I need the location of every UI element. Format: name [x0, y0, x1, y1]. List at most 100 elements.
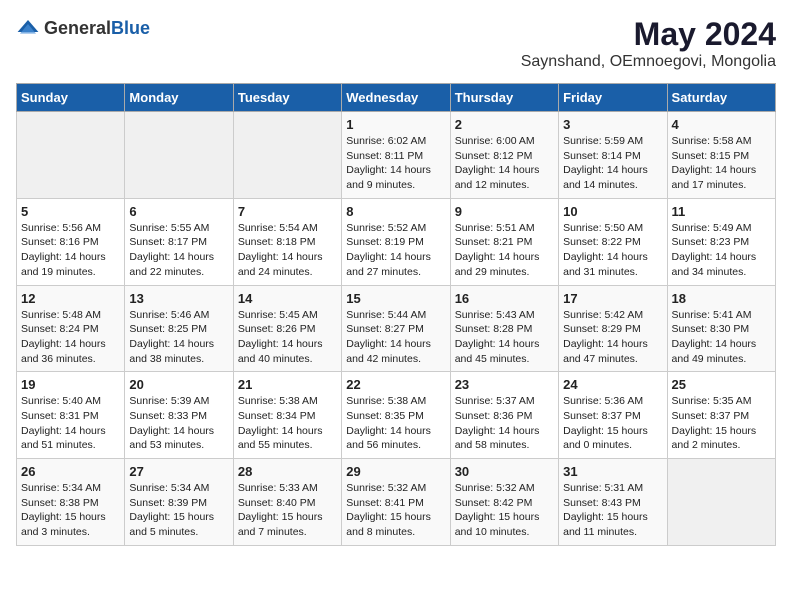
day-number: 23 [455, 377, 554, 392]
day-cell: 18 Sunrise: 5:41 AMSunset: 8:30 PMDayligh… [667, 285, 775, 372]
day-info: Sunrise: 5:32 AMSunset: 8:42 PMDaylight:… [455, 481, 554, 540]
header-thursday: Thursday [450, 84, 558, 112]
day-cell: 21Sunrise: 5:38 AMSunset: 8:34 PMDayligh… [233, 372, 341, 459]
day-info: Sunrise: 5:50 AMSunset: 8:22 PMDaylight:… [563, 221, 662, 280]
day-cell: 3 Sunrise: 5:59 AMSunset: 8:14 PMDaylight… [559, 112, 667, 199]
day-cell: 31Sunrise: 5:31 AMSunset: 8:43 PMDayligh… [559, 459, 667, 546]
day-cell: 14 Sunrise: 5:45 AMSunset: 8:26 PMDayligh… [233, 285, 341, 372]
header-monday: Monday [125, 84, 233, 112]
day-number: 24 [563, 377, 662, 392]
day-info: Sunrise: 5:59 AMSunset: 8:14 PMDaylight:… [563, 134, 662, 193]
day-info: Sunrise: 5:44 AMSunset: 8:27 PMDaylight:… [346, 308, 445, 367]
day-number: 8 [346, 204, 445, 219]
day-number: 14 [238, 291, 337, 306]
day-cell: 28 Sunrise: 5:33 AMSunset: 8:40 PMDayligh… [233, 459, 341, 546]
day-cell: 5 Sunrise: 5:56 AMSunset: 8:16 PMDaylight… [17, 198, 125, 285]
day-info: Sunrise: 5:42 AMSunset: 8:29 PMDaylight:… [563, 308, 662, 367]
day-number: 17 [563, 291, 662, 306]
day-cell: 19 Sunrise: 5:40 AMSunset: 8:31 PMDayligh… [17, 372, 125, 459]
day-cell [17, 112, 125, 199]
day-info: Sunrise: 5:38 AMSunset: 8:35 PMDaylight:… [346, 394, 445, 453]
day-info: Sunrise: 5:32 AMSunset: 8:41 PMDaylight:… [346, 481, 445, 540]
day-cell: 23Sunrise: 5:37 AMSunset: 8:36 PMDayligh… [450, 372, 558, 459]
day-cell: 8Sunrise: 5:52 AMSunset: 8:19 PMDaylight… [342, 198, 450, 285]
day-info: Sunrise: 6:02 AMSunset: 8:11 PMDaylight:… [346, 134, 445, 193]
week-row-3: 12Sunrise: 5:48 AMSunset: 8:24 PMDayligh… [17, 285, 776, 372]
day-cell: 9 Sunrise: 5:51 AMSunset: 8:21 PMDaylight… [450, 198, 558, 285]
day-info: Sunrise: 5:33 AMSunset: 8:40 PMDaylight:… [238, 481, 337, 540]
day-info: Sunrise: 5:51 AMSunset: 8:21 PMDaylight:… [455, 221, 554, 280]
day-number: 30 [455, 464, 554, 479]
day-number: 10 [563, 204, 662, 219]
day-info: Sunrise: 5:36 AMSunset: 8:37 PMDaylight:… [563, 394, 662, 453]
day-number: 3 [563, 117, 662, 132]
day-number: 1 [346, 117, 445, 132]
day-info: Sunrise: 5:46 AMSunset: 8:25 PMDaylight:… [129, 308, 228, 367]
day-cell: 25 Sunrise: 5:35 AMSunset: 8:37 PMDayligh… [667, 372, 775, 459]
day-number: 27 [129, 464, 228, 479]
day-info: Sunrise: 5:43 AMSunset: 8:28 PMDaylight:… [455, 308, 554, 367]
page-header: GeneralBlue May 2024 Saynshand, OEmnoego… [16, 16, 776, 71]
day-info: Sunrise: 6:00 AMSunset: 8:12 PMDaylight:… [455, 134, 554, 193]
week-row-5: 26Sunrise: 5:34 AMSunset: 8:38 PMDayligh… [17, 459, 776, 546]
day-number: 29 [346, 464, 445, 479]
day-info: Sunrise: 5:48 AMSunset: 8:24 PMDaylight:… [21, 308, 120, 367]
day-info: Sunrise: 5:45 AMSunset: 8:26 PMDaylight:… [238, 308, 337, 367]
day-cell: 29 Sunrise: 5:32 AMSunset: 8:41 PMDayligh… [342, 459, 450, 546]
day-cell: 17 Sunrise: 5:42 AMSunset: 8:29 PMDayligh… [559, 285, 667, 372]
day-info: Sunrise: 5:58 AMSunset: 8:15 PMDaylight:… [672, 134, 771, 193]
day-number: 20 [129, 377, 228, 392]
day-cell [125, 112, 233, 199]
logo-blue: Blue [111, 18, 150, 38]
day-cell: 26Sunrise: 5:34 AMSunset: 8:38 PMDayligh… [17, 459, 125, 546]
week-row-1: 1 Sunrise: 6:02 AMSunset: 8:11 PMDaylight… [17, 112, 776, 199]
day-info: Sunrise: 5:35 AMSunset: 8:37 PMDaylight:… [672, 394, 771, 453]
week-row-2: 5 Sunrise: 5:56 AMSunset: 8:16 PMDaylight… [17, 198, 776, 285]
week-row-4: 19 Sunrise: 5:40 AMSunset: 8:31 PMDayligh… [17, 372, 776, 459]
day-number: 25 [672, 377, 771, 392]
day-cell: 6Sunrise: 5:55 AMSunset: 8:17 PMDaylight… [125, 198, 233, 285]
day-cell: 7Sunrise: 5:54 AMSunset: 8:18 PMDaylight… [233, 198, 341, 285]
day-info: Sunrise: 5:38 AMSunset: 8:34 PMDaylight:… [238, 394, 337, 453]
day-cell [667, 459, 775, 546]
day-cell: 1 Sunrise: 6:02 AMSunset: 8:11 PMDaylight… [342, 112, 450, 199]
day-cell: 2Sunrise: 6:00 AMSunset: 8:12 PMDaylight… [450, 112, 558, 199]
logo-icon [16, 16, 40, 40]
day-info: Sunrise: 5:56 AMSunset: 8:16 PMDaylight:… [21, 221, 120, 280]
day-info: Sunrise: 5:49 AMSunset: 8:23 PMDaylight:… [672, 221, 771, 280]
day-cell [233, 112, 341, 199]
day-cell: 4 Sunrise: 5:58 AMSunset: 8:15 PMDaylight… [667, 112, 775, 199]
header-sunday: Sunday [17, 84, 125, 112]
calendar-header: SundayMondayTuesdayWednesdayThursdayFrid… [17, 84, 776, 112]
day-number: 9 [455, 204, 554, 219]
day-cell: 27 Sunrise: 5:34 AMSunset: 8:39 PMDayligh… [125, 459, 233, 546]
day-cell: 24 Sunrise: 5:36 AMSunset: 8:37 PMDayligh… [559, 372, 667, 459]
header-tuesday: Tuesday [233, 84, 341, 112]
day-cell: 30 Sunrise: 5:32 AMSunset: 8:42 PMDayligh… [450, 459, 558, 546]
day-info: Sunrise: 5:34 AMSunset: 8:39 PMDaylight:… [129, 481, 228, 540]
day-number: 5 [21, 204, 120, 219]
day-number: 4 [672, 117, 771, 132]
day-number: 15 [346, 291, 445, 306]
day-info: Sunrise: 5:54 AMSunset: 8:18 PMDaylight:… [238, 221, 337, 280]
logo: GeneralBlue [16, 16, 150, 40]
logo-general: General [44, 18, 111, 38]
day-cell: 11 Sunrise: 5:49 AMSunset: 8:23 PMDayligh… [667, 198, 775, 285]
title-block: May 2024 Saynshand, OEmnoegovi, Mongolia [521, 16, 776, 71]
day-number: 22 [346, 377, 445, 392]
day-number: 16 [455, 291, 554, 306]
calendar-body: 1 Sunrise: 6:02 AMSunset: 8:11 PMDaylight… [17, 112, 776, 546]
day-number: 19 [21, 377, 120, 392]
day-info: Sunrise: 5:40 AMSunset: 8:31 PMDaylight:… [21, 394, 120, 453]
day-cell: 10 Sunrise: 5:50 AMSunset: 8:22 PMDayligh… [559, 198, 667, 285]
day-number: 11 [672, 204, 771, 219]
day-cell: 12Sunrise: 5:48 AMSunset: 8:24 PMDayligh… [17, 285, 125, 372]
day-number: 13 [129, 291, 228, 306]
day-number: 18 [672, 291, 771, 306]
day-cell: 16 Sunrise: 5:43 AMSunset: 8:28 PMDayligh… [450, 285, 558, 372]
calendar-table: SundayMondayTuesdayWednesdayThursdayFrid… [16, 83, 776, 546]
day-info: Sunrise: 5:41 AMSunset: 8:30 PMDaylight:… [672, 308, 771, 367]
header-saturday: Saturday [667, 84, 775, 112]
day-info: Sunrise: 5:34 AMSunset: 8:38 PMDaylight:… [21, 481, 120, 540]
day-number: 28 [238, 464, 337, 479]
